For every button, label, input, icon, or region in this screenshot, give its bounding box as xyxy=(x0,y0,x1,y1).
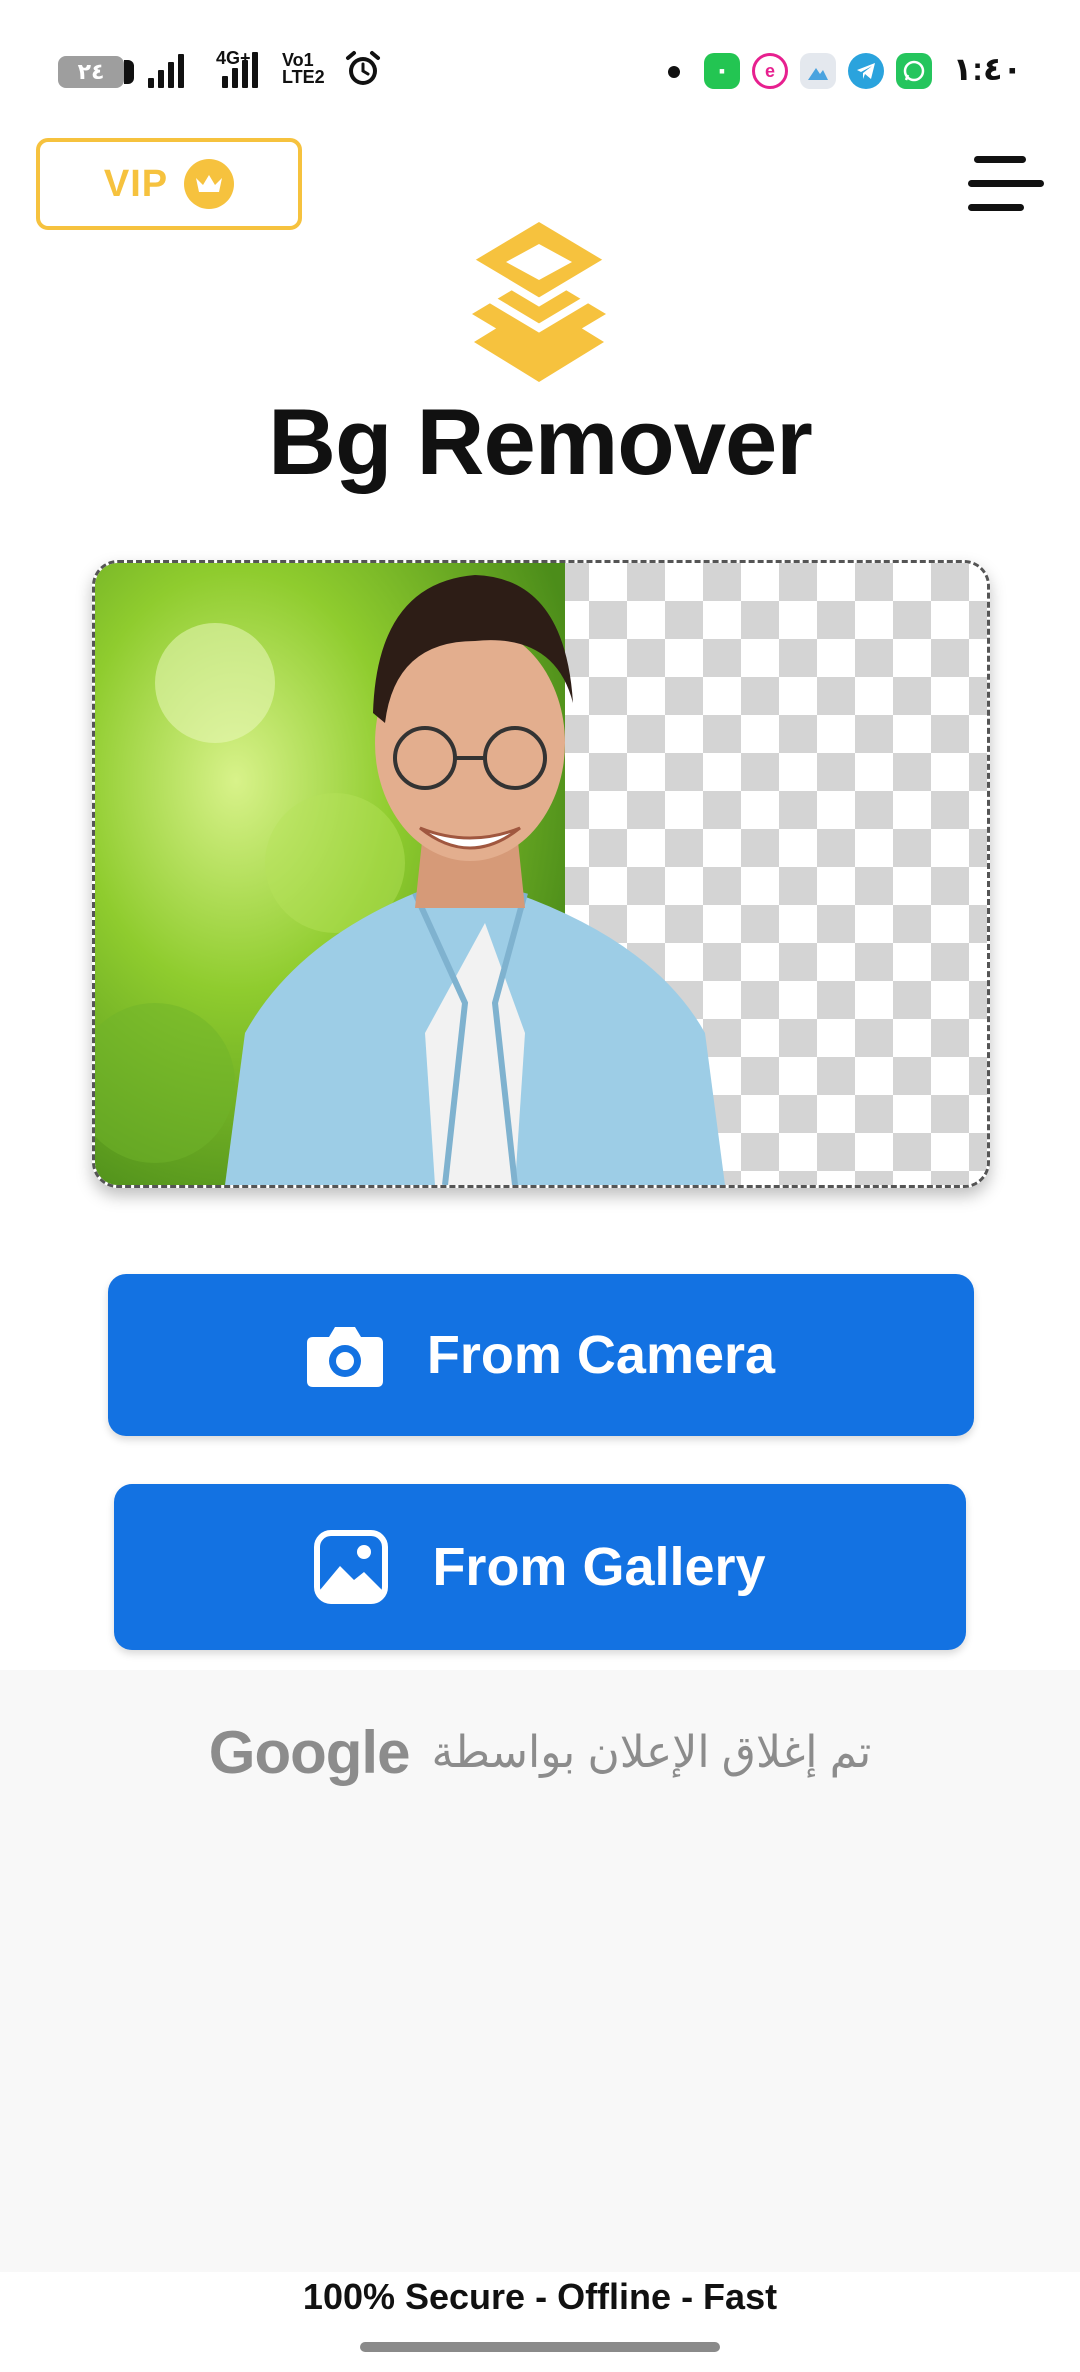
status-bar: ٢٤ 4G+ Vo1 LTE2 ▪ e ١:٤٠ xyxy=(0,0,1080,130)
layers-logo-icon xyxy=(469,222,609,382)
from-camera-label: From Camera xyxy=(426,1325,776,1385)
clock: ١:٤٠ xyxy=(952,51,1022,87)
from-gallery-button[interactable]: From Gallery xyxy=(114,1484,966,1650)
volte-label: Vo1 LTE2 xyxy=(282,50,325,87)
whatsapp-icon xyxy=(896,53,932,89)
app-icon-mountain xyxy=(800,53,836,89)
camera-icon xyxy=(306,1327,383,1387)
from-camera-button[interactable]: From Camera xyxy=(108,1274,974,1436)
signal-strength-icon xyxy=(148,52,184,88)
gallery-image-icon xyxy=(314,1530,389,1604)
home-indicator[interactable] xyxy=(360,2342,720,2352)
alarm-icon xyxy=(346,51,380,85)
from-gallery-label: From Gallery xyxy=(432,1537,766,1597)
vip-label: VIP xyxy=(103,162,169,205)
crown-icon xyxy=(184,159,235,209)
battery-level: ٢٤ xyxy=(77,59,105,84)
before-after-preview-image xyxy=(92,560,990,1188)
ad-container: Google تم إغلاق الإعلان بواسطة xyxy=(0,1670,1080,2272)
battery-icon: ٢٤ xyxy=(58,56,134,88)
ad-closed-notice: Google تم إغلاق الإعلان بواسطة xyxy=(0,1718,1080,1787)
app-icon-pink: e xyxy=(752,53,788,89)
notification-dot xyxy=(668,66,680,78)
vip-button[interactable]: VIP xyxy=(36,138,302,230)
telegram-icon xyxy=(848,53,884,89)
footer-tagline: 100% Secure - Offline - Fast xyxy=(302,2276,778,2317)
google-logo: Google xyxy=(208,1719,411,1786)
app-icon-green: ▪ xyxy=(704,53,740,89)
app-title: Bg Remover xyxy=(268,389,813,494)
ad-closed-text: تم إغلاق الإعلان بواسطة xyxy=(431,1728,872,1777)
hamburger-menu-icon[interactable] xyxy=(968,156,1044,216)
signal-strength-icon-2 xyxy=(222,52,258,88)
